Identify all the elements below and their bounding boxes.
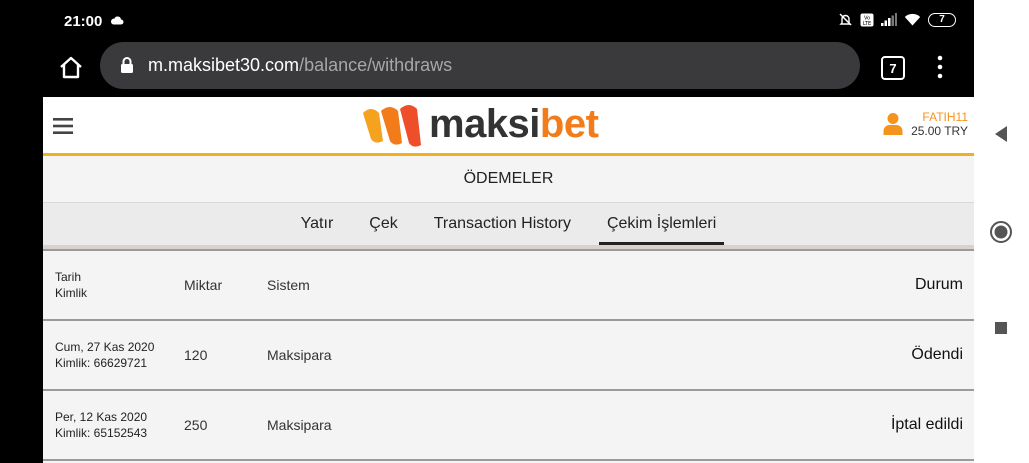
- user-name: FATIH11: [922, 110, 968, 124]
- row-id: Kimlik: 66629721: [55, 356, 148, 370]
- tab-deposit[interactable]: Yatır: [283, 203, 352, 245]
- url-text: m.maksibet30.com/balance/withdraws: [148, 55, 452, 76]
- address-bar[interactable]: m.maksibet30.com/balance/withdraws: [100, 42, 860, 89]
- user-account[interactable]: FATIH11 25.00 TRY: [883, 110, 968, 138]
- tab-withdraw[interactable]: Çek: [351, 203, 415, 245]
- table-header-row: Tarih Kimlik Miktar Sistem Durum: [43, 249, 974, 321]
- cloud-icon: [110, 16, 124, 25]
- site-header: maksibet FATIH11 25.00 TRY: [43, 97, 974, 156]
- phone-screen: 21:00 Vo LTE 7 m.maksibet30.com/balance/…: [0, 0, 974, 463]
- web-page: maksibet FATIH11 25.00 TRY ÖDEMELER Yatı…: [43, 97, 974, 463]
- logo-main: maksi: [429, 102, 540, 146]
- recent-apps-icon[interactable]: [988, 315, 1014, 341]
- tab-withdraw-transactions[interactable]: Çekim İşlemleri: [589, 203, 734, 245]
- lock-icon: [121, 57, 133, 73]
- row-amount: 250: [184, 417, 208, 433]
- header-id: Kimlik: [55, 286, 87, 300]
- more-options-icon[interactable]: [935, 54, 945, 80]
- home-icon[interactable]: [57, 54, 85, 82]
- row-date-id: Per, 12 Kas 2020 Kimlik: 65152543: [55, 391, 147, 459]
- status-bar: 21:00 Vo LTE 7: [0, 0, 974, 42]
- battery-icon: 7: [928, 12, 956, 27]
- header-date: Tarih: [55, 270, 82, 284]
- row-date: Cum, 27 Kas 2020: [55, 340, 155, 354]
- page-title: ÖDEMELER: [43, 156, 974, 203]
- row-amount: 120: [184, 347, 208, 363]
- logo-accent: bet: [539, 102, 599, 146]
- user-info: FATIH11 25.00 TRY: [911, 110, 968, 138]
- status-clock: 21:00: [64, 13, 103, 30]
- user-balance: 25.00 TRY: [911, 124, 968, 138]
- table-row: Per, 12 Kas 2020 Kimlik: 65152543 250 Ma…: [43, 391, 974, 461]
- signal-icon: [881, 13, 897, 26]
- maksibet-logo[interactable]: maksibet: [361, 102, 599, 147]
- withdrawals-table: Tarih Kimlik Miktar Sistem Durum Cum, 27…: [43, 249, 974, 461]
- logo-mark-icon: [363, 104, 421, 147]
- row-status: Ödendi: [911, 346, 963, 363]
- back-icon[interactable]: [988, 121, 1014, 147]
- home-circle-icon[interactable]: [988, 219, 1014, 245]
- battery-level: 7: [939, 14, 945, 25]
- payment-tabs: Yatır Çek Transaction History Çekim İşle…: [43, 203, 974, 249]
- table-row: Cum, 27 Kas 2020 Kimlik: 66629721 120 Ma…: [43, 321, 974, 391]
- row-status: İptal edildi: [890, 416, 963, 433]
- status-icons: Vo LTE 7: [838, 12, 956, 27]
- tab-transaction-history[interactable]: Transaction History: [416, 203, 589, 245]
- wifi-icon: [904, 13, 921, 26]
- user-icon: [883, 113, 903, 135]
- row-system: Maksipara: [267, 417, 332, 433]
- row-system: Maksipara: [267, 347, 332, 363]
- browser-toolbar: m.maksibet30.com/balance/withdraws 7: [0, 42, 974, 97]
- row-date: Per, 12 Kas 2020: [55, 410, 148, 424]
- svg-text:LTE: LTE: [863, 21, 871, 27]
- header-date-id: Tarih Kimlik: [55, 251, 87, 319]
- header-amount: Miktar: [184, 277, 223, 293]
- header-status: Durum: [914, 276, 963, 293]
- system-navigation-bar: [974, 0, 1029, 463]
- tab-count: 7: [889, 60, 897, 76]
- url-domain: m.maksibet30.com: [148, 55, 300, 75]
- row-id: Kimlik: 65152543: [55, 426, 148, 440]
- tab-switcher-button[interactable]: 7: [881, 56, 905, 80]
- header-system: Sistem: [267, 277, 310, 293]
- hamburger-menu-icon[interactable]: [53, 117, 75, 135]
- url-path: /balance/withdraws: [299, 55, 453, 75]
- row-date-id: Cum, 27 Kas 2020 Kimlik: 66629721: [55, 321, 154, 389]
- volte-icon: Vo LTE: [860, 13, 874, 27]
- alarm-off-icon: [839, 13, 852, 26]
- logo-wordmark: maksibet: [429, 102, 599, 147]
